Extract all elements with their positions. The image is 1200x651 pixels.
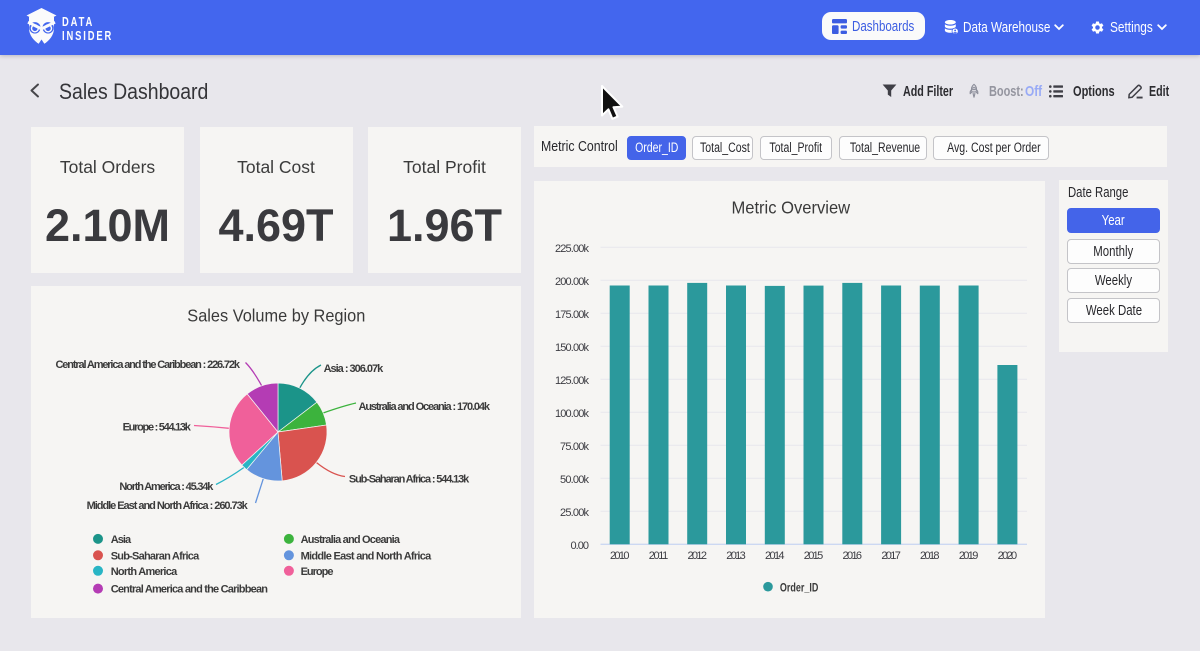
- svg-text:2017: 2017: [881, 550, 901, 562]
- svg-text:2013: 2013: [726, 550, 746, 562]
- svg-text:100.00k: 100.00k: [555, 408, 590, 420]
- svg-text:North America: North America: [111, 566, 178, 578]
- svg-text:Middle East and North Africa: Middle East and North Africa: [301, 550, 433, 562]
- svg-text:Australia and Oceania : 170.04: Australia and Oceania : 170.04k: [359, 401, 491, 413]
- svg-text:Europe : 544.13k: Europe : 544.13k: [123, 422, 192, 434]
- svg-text:2016: 2016: [843, 550, 863, 562]
- svg-text:50.00k: 50.00k: [560, 474, 590, 486]
- svg-text:Middle East and North Africa :: Middle East and North Africa : 260.73k: [87, 500, 249, 512]
- svg-text:2010: 2010: [610, 550, 630, 562]
- svg-text:Asia: Asia: [111, 534, 132, 546]
- svg-text:Asia : 306.07k: Asia : 306.07k: [324, 363, 384, 375]
- svg-text:2011: 2011: [649, 550, 669, 562]
- svg-text:2012: 2012: [687, 550, 707, 562]
- svg-text:150.00k: 150.00k: [555, 342, 590, 354]
- svg-text:Metric Overview: Metric Overview: [731, 198, 850, 218]
- svg-text:2019: 2019: [959, 550, 979, 562]
- svg-text:North America : 45.34k: North America : 45.34k: [119, 481, 214, 493]
- svg-text:Australia and Oceania: Australia and Oceania: [301, 534, 401, 546]
- svg-text:Sub-Saharan Africa : 544.13k: Sub-Saharan Africa : 544.13k: [349, 474, 470, 486]
- svg-text:Central America and the Caribb: Central America and the Caribbean: [111, 584, 269, 596]
- svg-text:75.00k: 75.00k: [560, 441, 590, 453]
- svg-text:2015: 2015: [804, 550, 824, 562]
- svg-text:Sub-Saharan Africa: Sub-Saharan Africa: [111, 550, 200, 562]
- svg-text:2020: 2020: [998, 550, 1018, 562]
- svg-text:0.00: 0.00: [571, 540, 590, 552]
- svg-text:25.00k: 25.00k: [560, 507, 590, 519]
- svg-text:175.00k: 175.00k: [555, 309, 590, 321]
- svg-text:2018: 2018: [920, 550, 940, 562]
- svg-text:225.00k: 225.00k: [555, 243, 590, 255]
- svg-text:Order_ID: Order_ID: [780, 581, 819, 595]
- svg-text:125.00k: 125.00k: [555, 375, 590, 387]
- svg-text:Europe: Europe: [301, 566, 334, 578]
- svg-text:Sales Volume by Region: Sales Volume by Region: [187, 306, 365, 326]
- svg-text:Central America and the Caribb: Central America and the Caribbean : 226.…: [56, 359, 241, 371]
- svg-text:200.00k: 200.00k: [555, 276, 590, 288]
- svg-text:2014: 2014: [765, 550, 785, 562]
